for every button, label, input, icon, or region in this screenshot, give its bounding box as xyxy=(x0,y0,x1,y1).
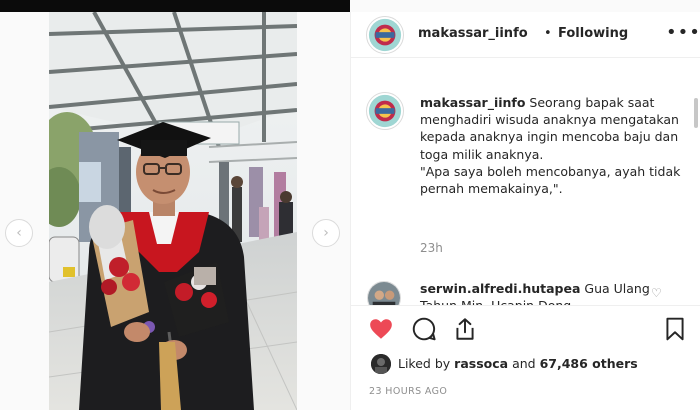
comment-username[interactable]: serwin.alfredi.hutapea xyxy=(420,281,580,296)
media-area: ‹ › xyxy=(0,0,350,410)
likes-prefix: Liked by xyxy=(398,356,451,371)
profile-photo-icon xyxy=(368,282,400,305)
post-username[interactable]: makassar_iinfo xyxy=(418,26,528,41)
comment-like-icon[interactable]: ♡ xyxy=(651,286,662,300)
comments-scrollbar[interactable] xyxy=(694,98,698,128)
save-button[interactable] xyxy=(662,316,688,342)
like-button[interactable] xyxy=(368,316,394,342)
share-upload-icon xyxy=(456,318,474,340)
post-photo[interactable] xyxy=(49,12,297,410)
account-logo-icon xyxy=(368,18,402,52)
prev-post-button[interactable]: ‹ xyxy=(5,219,33,247)
caption-quote: "Apa saya boleh mencobanya, ayah tidak p… xyxy=(420,163,681,197)
account-logo-icon xyxy=(368,94,402,128)
likes-text[interactable]: Liked by rassoca and 67,486 others xyxy=(398,356,638,371)
likes-summary: Liked by rassoca and 67,486 others xyxy=(351,352,700,378)
avatar[interactable] xyxy=(366,16,404,54)
next-post-button[interactable]: › xyxy=(312,219,340,247)
following-button[interactable]: Following xyxy=(558,26,628,41)
likes-count[interactable]: 67,486 others xyxy=(540,356,638,371)
post-header: makassar_iinfo • Following ••• xyxy=(351,12,700,58)
separator: • xyxy=(544,26,552,41)
comment-button[interactable] xyxy=(411,316,437,342)
profile-silhouette-icon xyxy=(371,354,391,374)
graduation-photo xyxy=(49,12,297,410)
likes-conj: and xyxy=(512,356,536,371)
post-timestamp[interactable]: 23 HOURS AGO xyxy=(369,386,447,397)
liker-avatar[interactable] xyxy=(371,354,391,374)
action-bar xyxy=(351,305,700,345)
caption-username[interactable]: makassar_iinfo xyxy=(420,95,525,110)
share-button[interactable] xyxy=(452,316,478,342)
heart-filled-icon xyxy=(370,319,392,339)
chevron-left-icon: ‹ xyxy=(16,225,22,241)
caption-time[interactable]: 23h xyxy=(420,241,443,255)
comment-item: serwin.alfredi.hutapea Gua Ulang Tahun M… xyxy=(420,280,660,305)
chevron-right-icon: › xyxy=(323,225,329,241)
post-caption: makassar_iinfo Seorang bapak saat mengha… xyxy=(420,94,682,197)
caption-avatar[interactable] xyxy=(366,92,404,130)
instagram-post-view: ‹ › makassar_iinfo • Following ••• makas… xyxy=(0,0,700,410)
more-options-icon[interactable]: ••• xyxy=(666,22,700,43)
post-panel: makassar_iinfo • Following ••• makassar_… xyxy=(350,12,700,410)
likes-user[interactable]: rassoca xyxy=(454,356,508,371)
bookmark-icon xyxy=(666,317,684,341)
comments-list: makassar_iinfo Seorang bapak saat mengha… xyxy=(351,87,691,305)
top-bar xyxy=(0,0,350,12)
commenter-avatar[interactable] xyxy=(367,281,401,305)
comment-bubble-icon xyxy=(412,317,436,341)
